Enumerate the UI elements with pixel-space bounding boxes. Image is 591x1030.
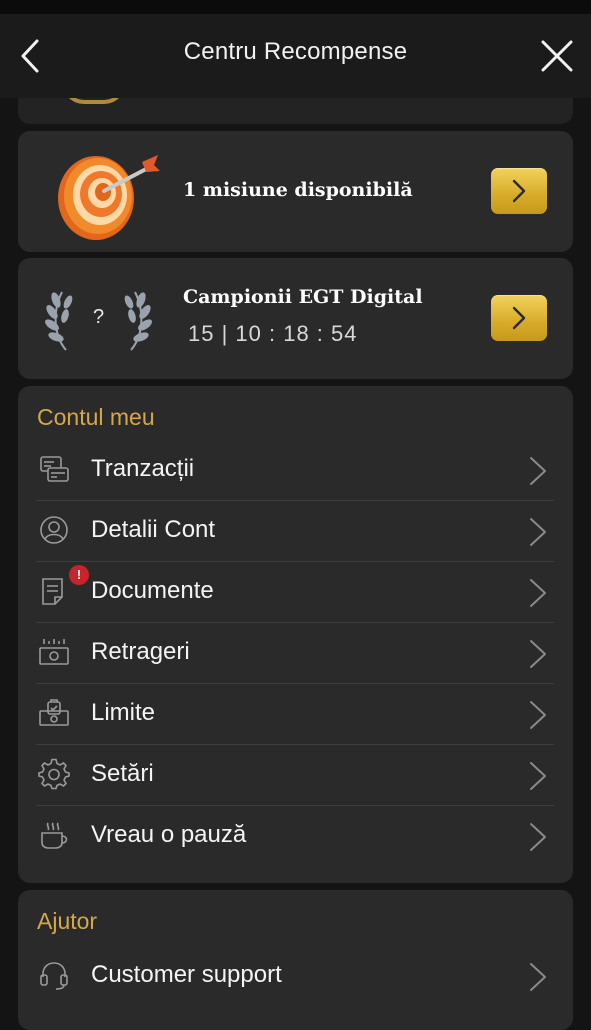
page-title: Centru Recompense	[183, 38, 408, 65]
chevron-right-icon	[530, 963, 546, 991]
menu-item-transactions[interactable]: Tranzacții	[36, 439, 554, 501]
headset-icon	[38, 959, 70, 991]
close-button[interactable]	[537, 36, 577, 76]
withdraw-icon	[38, 636, 70, 668]
menu-item-label: Vreau o pauză	[91, 821, 247, 848]
menu-item-take-a-break[interactable]: Vreau o pauză	[36, 805, 554, 866]
close-icon	[541, 40, 573, 72]
menu-item-label: Tranzacții	[91, 455, 195, 482]
dart-target-icon	[58, 155, 160, 240]
countdown-timer: 15 | 10 : 18 : 54	[188, 321, 358, 346]
top-bar: Centru Recompense	[0, 14, 591, 98]
menu-item-customer-support[interactable]: Customer support	[36, 945, 554, 1006]
document-icon	[38, 575, 70, 607]
chevron-right-icon	[530, 701, 546, 729]
chevron-right-icon	[530, 640, 546, 668]
chevron-right-icon	[530, 823, 546, 851]
rank-placeholder: ?	[92, 306, 105, 328]
menu-item-label: Documente	[91, 577, 214, 604]
menu-item-label: Customer support	[91, 961, 282, 988]
laurel-icon: ?	[36, 286, 161, 354]
missions-card[interactable]: 1 misiune disponibilă	[18, 131, 573, 252]
status-strip	[0, 0, 591, 14]
menu-item-label: Detalii Cont	[91, 516, 216, 543]
chevron-right-icon	[530, 579, 546, 607]
menu-item-label: Setări	[91, 760, 154, 787]
chevron-right-icon	[512, 179, 526, 203]
chevron-right-icon	[530, 762, 546, 790]
coffee-icon	[38, 819, 70, 851]
my-account-section: Contul meu Tranzacții Detalii Cont ! Doc…	[18, 386, 573, 883]
champions-card[interactable]: ? Campionii EGT Digital 15 | 10 : 18 : 5…	[18, 258, 573, 379]
chevron-right-icon	[512, 306, 526, 330]
menu-item-documents[interactable]: ! Documente	[36, 561, 554, 623]
menu-item-settings[interactable]: Setări	[36, 744, 554, 806]
chevron-right-icon	[530, 518, 546, 546]
menu-item-limits[interactable]: Limite	[36, 683, 554, 745]
alert-badge: !	[69, 565, 89, 585]
section-title: Ajutor	[37, 908, 98, 934]
user-icon	[38, 514, 70, 546]
gear-icon	[38, 758, 70, 790]
missions-open-button[interactable]	[491, 168, 547, 214]
chevron-right-icon	[530, 457, 546, 485]
limits-icon	[38, 697, 70, 729]
menu-item-label: Limite	[91, 699, 156, 726]
transactions-icon	[38, 453, 70, 485]
menu-item-label: Retrageri	[91, 638, 190, 665]
missions-available-text: 1 misiune disponibilă	[183, 179, 413, 201]
help-section: Ajutor Customer support	[18, 890, 573, 1030]
menu-item-account-details[interactable]: Detalii Cont	[36, 500, 554, 562]
champions-title: Campionii EGT Digital	[183, 286, 423, 308]
section-title: Contul meu	[37, 404, 155, 430]
menu-item-withdrawals[interactable]: Retrageri	[36, 622, 554, 684]
champions-open-button[interactable]	[491, 295, 547, 341]
